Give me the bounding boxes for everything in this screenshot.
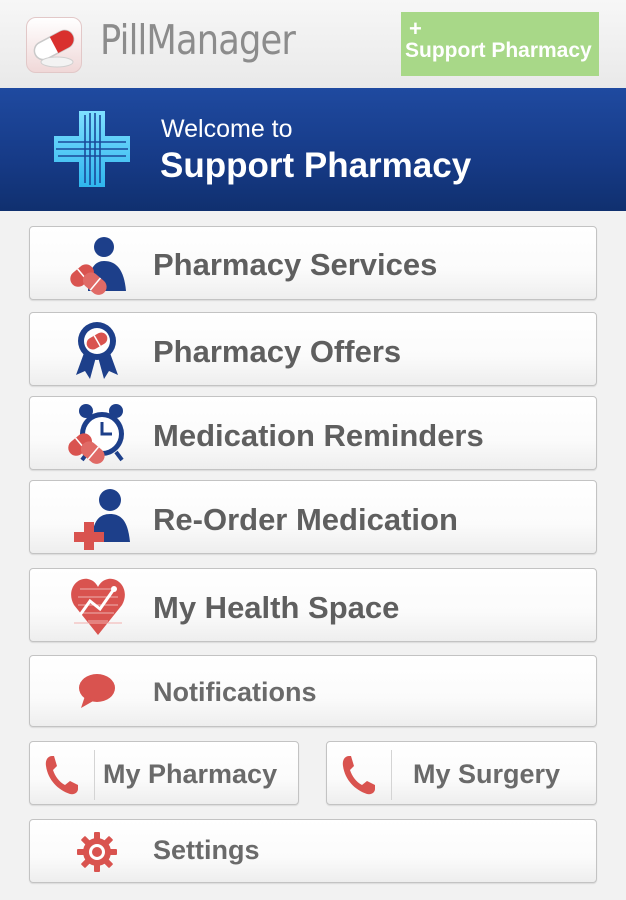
alarm-clock-pills-icon	[68, 404, 124, 464]
my-surgery-button[interactable]: My Surgery	[326, 741, 597, 805]
settings-button[interactable]: Settings	[29, 819, 597, 883]
welcome-banner: Welcome to Support Pharmacy	[0, 88, 626, 211]
support-pharmacy-badge[interactable]: + Support Pharmacy	[401, 12, 599, 76]
reorder-medication-button[interactable]: Re-Order Medication	[29, 480, 597, 554]
pharmacy-offers-label: Pharmacy Offers	[153, 334, 402, 369]
award-ribbon-icon	[76, 322, 118, 379]
my-health-space-label: My Health Space	[153, 590, 400, 625]
button-divider	[94, 750, 95, 800]
pharmacy-services-label: Pharmacy Services	[153, 247, 438, 282]
medication-reminders-label: Medication Reminders	[153, 418, 484, 453]
my-pharmacy-button[interactable]: My Pharmacy	[29, 741, 299, 805]
brand-badge-label: Support Pharmacy	[405, 39, 592, 62]
pharmacist-pills-icon	[70, 237, 126, 295]
notifications-button[interactable]: Notifications	[29, 655, 597, 727]
app-title: PillManager	[100, 16, 296, 64]
top-bar: PillManager + Support Pharmacy	[0, 0, 626, 89]
pharmacy-offers-button[interactable]: Pharmacy Offers	[29, 312, 597, 386]
reorder-medication-label: Re-Order Medication	[153, 502, 458, 537]
phone-icon	[45, 756, 78, 795]
pharmacy-cross-icon	[54, 111, 130, 187]
pharmacy-name: Support Pharmacy	[160, 146, 472, 185]
speech-bubble-icon	[79, 674, 115, 708]
heart-chart-icon	[71, 578, 125, 635]
phone-icon	[342, 756, 375, 795]
pharmacy-services-button[interactable]: Pharmacy Services	[29, 226, 597, 300]
my-surgery-label: My Surgery	[413, 759, 561, 789]
settings-label: Settings	[153, 835, 260, 865]
button-divider	[391, 750, 392, 800]
plus-icon: +	[409, 16, 422, 41]
my-pharmacy-label: My Pharmacy	[103, 759, 278, 789]
person-plus-icon	[74, 489, 130, 550]
gear-icon	[77, 832, 117, 872]
medication-reminders-button[interactable]: Medication Reminders	[29, 396, 597, 470]
notifications-label: Notifications	[153, 677, 317, 707]
my-health-space-button[interactable]: My Health Space	[29, 568, 597, 642]
welcome-text: Welcome to	[161, 115, 293, 143]
pill-app-icon	[26, 17, 82, 73]
